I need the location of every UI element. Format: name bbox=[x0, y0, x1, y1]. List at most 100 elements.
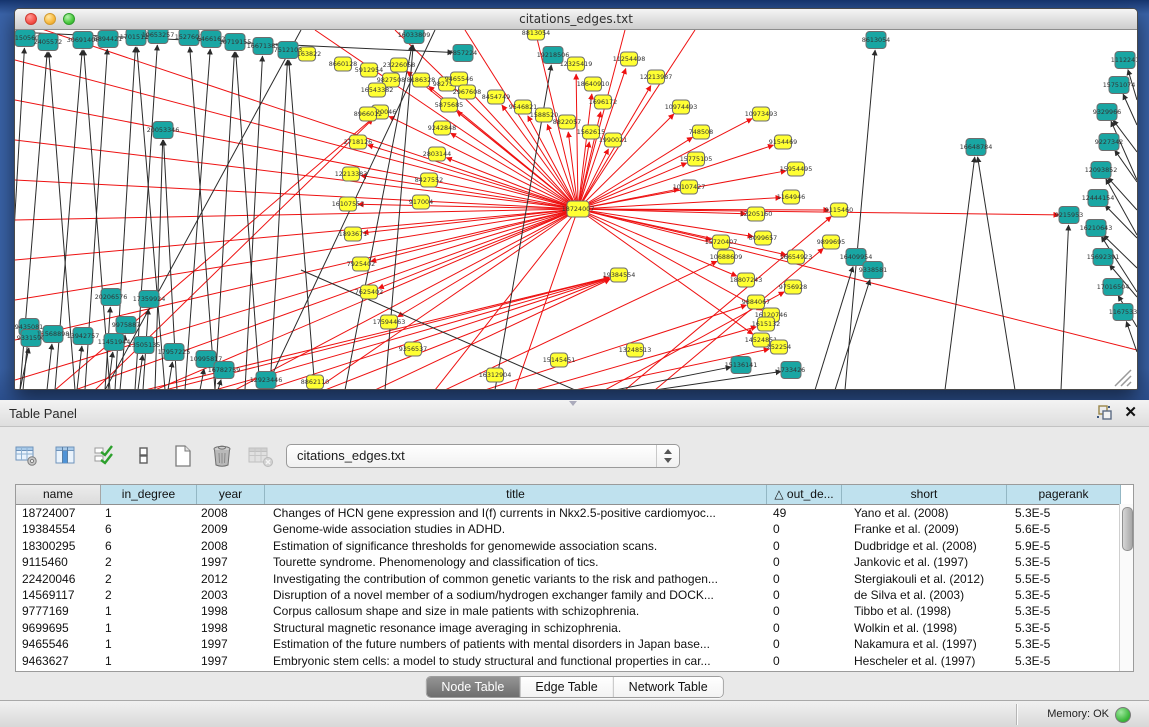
graph-node[interactable]: 917004 bbox=[409, 195, 433, 209]
graph-node[interactable]: 12205160 bbox=[740, 207, 773, 221]
column-header-year[interactable]: year bbox=[197, 485, 265, 504]
table-cell[interactable]: 0 bbox=[767, 636, 842, 652]
table-cell[interactable]: 5.3E-5 bbox=[1007, 505, 1121, 521]
graph-node[interactable]: 20206576 bbox=[95, 289, 128, 306]
table-cell[interactable]: 0 bbox=[767, 620, 842, 636]
table-cell[interactable]: 5.6E-5 bbox=[1007, 521, 1121, 537]
graph-node[interactable]: 12444154 bbox=[1082, 190, 1115, 207]
graph-node[interactable]: 5875685 bbox=[435, 98, 463, 112]
table-cell[interactable]: 5.3E-5 bbox=[1007, 587, 1121, 603]
network-canvas[interactable]: 1872400771638228660128591295423226058982… bbox=[15, 30, 1137, 390]
table-row[interactable]: 1456911722003Disruption of a novel membe… bbox=[16, 587, 1133, 603]
table-cell[interactable]: 2008 bbox=[197, 505, 265, 521]
table-row[interactable]: 911546021997Tourette syndrome. Phenomeno… bbox=[16, 554, 1133, 570]
table-cell[interactable]: Tibbo et al. (1998) bbox=[842, 603, 1007, 619]
show-column-icon[interactable] bbox=[53, 442, 79, 470]
delete-table-icon[interactable] bbox=[248, 442, 274, 470]
splitter-handle[interactable] bbox=[566, 400, 580, 407]
graph-node[interactable]: 9154469 bbox=[769, 135, 797, 149]
table-scrollbar[interactable] bbox=[1119, 504, 1133, 671]
table-cell[interactable]: 0 bbox=[767, 603, 842, 619]
table-cell[interactable]: de Silva et al. (2003) bbox=[842, 587, 1007, 603]
table-cell[interactable]: 1997 bbox=[197, 653, 265, 669]
graph-node[interactable]: 18640910 bbox=[577, 77, 610, 91]
table-cell[interactable]: 1997 bbox=[197, 554, 265, 570]
new-column-icon[interactable] bbox=[170, 442, 196, 470]
table-cell[interactable]: 5.3E-5 bbox=[1007, 603, 1121, 619]
table-cell[interactable]: 0 bbox=[767, 521, 842, 537]
graph-node[interactable]: 2405572 bbox=[34, 34, 62, 51]
table-cell[interactable]: 2012 bbox=[197, 571, 265, 587]
table-scrollbar-thumb[interactable] bbox=[1122, 507, 1133, 551]
graph-node[interactable]: 252254 bbox=[767, 340, 791, 354]
table-cell[interactable]: 2009 bbox=[197, 521, 265, 537]
graph-node[interactable]: 15720407 bbox=[705, 235, 738, 249]
table-cell[interactable]: Embryonic stem cells: a model to study s… bbox=[265, 653, 767, 669]
table-cell[interactable]: 22420046 bbox=[16, 571, 101, 587]
column-header-title[interactable]: title bbox=[265, 485, 767, 504]
table-cell[interactable]: 6 bbox=[101, 521, 197, 537]
graph-node[interactable]: 7512103 bbox=[274, 42, 302, 59]
table-selector-dropdown[interactable]: citations_edges.txt bbox=[286, 444, 680, 468]
graph-node[interactable]: 10107427 bbox=[673, 180, 706, 194]
graph-node[interactable]: 1112241 bbox=[1111, 52, 1137, 69]
table-cell[interactable]: 5.3E-5 bbox=[1007, 554, 1121, 570]
table-cell[interactable]: 2 bbox=[101, 587, 197, 603]
table-cell[interactable]: 19384554 bbox=[16, 521, 101, 537]
table-cell[interactable]: 6 bbox=[101, 538, 197, 554]
graph-node[interactable]: 15145451 bbox=[543, 353, 576, 367]
table-cell[interactable]: Estimation of significance thresholds fo… bbox=[265, 538, 767, 554]
graph-node[interactable]: 9329966 bbox=[1093, 104, 1121, 121]
graph-node[interactable]: 16033809 bbox=[398, 30, 431, 44]
table-cell[interactable]: 1 bbox=[101, 653, 197, 669]
table-cell[interactable]: 9699695 bbox=[16, 620, 101, 636]
graph-node[interactable]: 748508 bbox=[689, 125, 713, 139]
graph-node[interactable]: 9227342 bbox=[1095, 134, 1123, 151]
graph-node[interactable]: 7857224 bbox=[449, 45, 477, 62]
table-cell[interactable]: Corpus callosum shape and size in male p… bbox=[265, 603, 767, 619]
table-cell[interactable]: 1 bbox=[101, 505, 197, 521]
table-row[interactable]: 1938455462009Genome-wide association stu… bbox=[16, 521, 1133, 537]
graph-node[interactable]: 9975887 bbox=[112, 317, 140, 334]
table-cell[interactable]: 9777169 bbox=[16, 603, 101, 619]
graph-node[interactable]: 2803144 bbox=[423, 147, 451, 161]
table-cell[interactable]: 0 bbox=[767, 538, 842, 554]
table-cell[interactable]: 1 bbox=[101, 636, 197, 652]
table-cell[interactable]: 5.3E-5 bbox=[1007, 620, 1121, 636]
table-cell[interactable]: Estimation of the future numbers of pati… bbox=[265, 636, 767, 652]
graph-node[interactable]: 9215953 bbox=[1055, 207, 1083, 224]
table-cell[interactable]: Disruption of a novel member of a sodium… bbox=[265, 587, 767, 603]
graph-node[interactable]: 7925402 bbox=[347, 257, 375, 271]
graph-node[interactable]: 16210643 bbox=[1080, 220, 1113, 237]
graph-node[interactable]: 17594463 bbox=[373, 315, 406, 329]
table-cell[interactable]: 49 bbox=[767, 505, 842, 521]
column-header-out_de[interactable]: △ out_de... bbox=[767, 485, 842, 504]
table-row[interactable]: 969969511998Structural magnetic resonanc… bbox=[16, 620, 1133, 636]
graph-node[interactable]: 8613054 bbox=[862, 32, 890, 49]
table-cell[interactable]: Structural magnetic resonance image aver… bbox=[265, 620, 767, 636]
graph-node[interactable]: 18724007 bbox=[562, 201, 595, 217]
table-cell[interactable]: 5.3E-5 bbox=[1007, 653, 1121, 669]
graph-node[interactable]: 9338581 bbox=[859, 262, 887, 279]
table-cell[interactable]: 1 bbox=[101, 603, 197, 619]
graph-node[interactable]: 10973493 bbox=[745, 107, 778, 121]
select-rows-icon[interactable] bbox=[92, 442, 118, 470]
cell-icon[interactable] bbox=[131, 442, 157, 470]
graph-node[interactable]: 8099657 bbox=[749, 231, 777, 245]
delete-column-icon[interactable] bbox=[209, 442, 235, 470]
tab-node-table[interactable]: Node Table bbox=[426, 677, 520, 697]
window-resize-grip[interactable] bbox=[1115, 370, 1131, 386]
graph-node[interactable]: 11254498 bbox=[613, 52, 646, 66]
table-cell[interactable]: 1997 bbox=[197, 636, 265, 652]
column-header-name[interactable]: name bbox=[16, 485, 101, 504]
graph-node[interactable]: 5912954 bbox=[355, 63, 383, 77]
table-cell[interactable]: 9465546 bbox=[16, 636, 101, 652]
table-cell[interactable]: Tourette syndrome. Phenomenology and cla… bbox=[265, 554, 767, 570]
table-cell[interactable]: 2 bbox=[101, 571, 197, 587]
table-cell[interactable]: Genome-wide association studies in ADHD. bbox=[265, 521, 767, 537]
table-cell[interactable]: Dudbridge et al. (2008) bbox=[842, 538, 1007, 554]
graph-node[interactable]: 17016504 bbox=[1097, 279, 1130, 296]
table-row[interactable]: 1872400712008Changes of HCN gene express… bbox=[16, 505, 1133, 521]
table-cell[interactable]: Yano et al. (2008) bbox=[842, 505, 1007, 521]
graph-node[interactable]: 1167533 bbox=[1109, 304, 1137, 321]
